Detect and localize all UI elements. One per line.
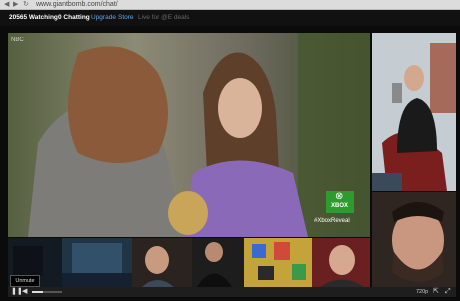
reload-icon[interactable]: ↻ xyxy=(23,0,29,9)
thumbnail-6[interactable] xyxy=(312,238,370,287)
side-camera-top-frame xyxy=(372,33,456,191)
unmute-tooltip: Unmute xyxy=(10,275,40,287)
address-bar[interactable]: www.giantbomb.com/chat/ xyxy=(36,0,118,9)
browser-toolbar: ◀ ▶ ↻ www.giantbomb.com/chat/ xyxy=(0,0,460,10)
store-link[interactable]: Store xyxy=(118,10,134,26)
side-camera-top[interactable] xyxy=(372,33,456,191)
side-camera-bottom-frame xyxy=(372,192,456,287)
thumbnail-3-frame xyxy=(132,238,192,287)
volume-slider[interactable] xyxy=(32,291,62,293)
volume-icon[interactable]: ◀ xyxy=(22,287,27,297)
thumbnail-3[interactable] xyxy=(132,238,192,287)
main-video[interactable]: NBC ⊗ XBOX #XboxReveal xyxy=(8,33,370,237)
thumbnail-4-frame xyxy=(192,238,244,287)
chatting-count: 0 Chatting xyxy=(58,14,90,21)
xbox-icon: ⊗ xyxy=(335,191,344,202)
pause-icon[interactable]: ❚❚ xyxy=(11,287,23,297)
live-note: Live for @E deals xyxy=(138,14,190,21)
quality-label[interactable]: 720p xyxy=(416,287,428,297)
thumbnail-2-frame xyxy=(62,238,132,287)
popout-icon[interactable]: ⇱ xyxy=(433,287,439,297)
upgrade-link[interactable]: Upgrade xyxy=(91,10,116,26)
xbox-logo: ⊗ XBOX xyxy=(326,191,354,213)
main-video-frame xyxy=(8,33,370,237)
side-camera-bottom[interactable] xyxy=(372,192,456,287)
fullscreen-icon[interactable]: ⤢ xyxy=(445,287,451,297)
thumbnail-4[interactable] xyxy=(192,238,244,287)
player-controls: ❚❚ ◀ 720p ⇱ ⤢ xyxy=(8,287,456,297)
back-icon[interactable]: ◀ xyxy=(4,0,9,9)
xbox-brand-label: XBOX xyxy=(331,203,349,209)
volume-fill xyxy=(32,291,43,293)
channel-bug: NBC xyxy=(11,37,24,43)
thumbnail-5[interactable] xyxy=(244,238,312,287)
thumbnail-6-frame xyxy=(312,238,370,287)
forward-icon[interactable]: ▶ xyxy=(13,0,18,9)
site-header: 20565 Watching 0 Chatting Upgrade Store … xyxy=(0,10,460,26)
watching-count: 20565 Watching xyxy=(9,14,58,21)
thumbnail-5-frame xyxy=(244,238,312,287)
thumbnail-2[interactable] xyxy=(62,238,132,287)
hashtag-caption: #XboxReveal xyxy=(314,218,350,224)
